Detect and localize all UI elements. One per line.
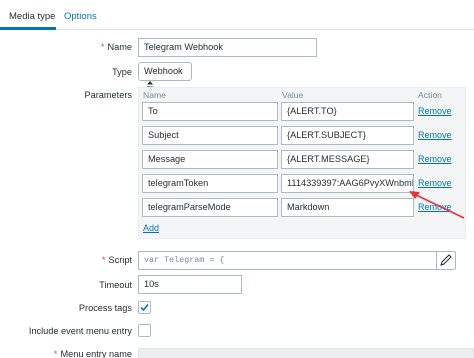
timeout-label: Timeout [99,280,132,290]
tab-bar: Media type Options [0,0,474,30]
menu-entry-name-input [138,348,474,358]
name-input[interactable]: Telegram Webhook [138,38,317,57]
parameter-name-input[interactable]: Subject [142,126,278,145]
parameter-value-input[interactable]: {ALERT.TO} [281,102,414,121]
parameter-name-input[interactable]: Message [142,150,278,169]
parameters-label: Parameters [84,90,133,100]
required-marker: * [101,255,106,265]
script-edit-button[interactable] [436,251,456,270]
include-event-menu-label: Include event menu entry [28,326,132,336]
required-marker: * [53,349,58,358]
parameter-name-input[interactable]: To [142,102,278,121]
parameter-value-input[interactable]: 1114339397:AAG6PvyXWnbmMJ [281,174,414,193]
parameter-name-input[interactable]: telegramToken [142,174,278,193]
script-input[interactable]: var Telegram = { [138,251,454,270]
check-icon [140,303,149,312]
tab-options[interactable]: Options [64,11,97,22]
include-event-menu-checkbox[interactable] [138,324,151,337]
type-select[interactable]: Webhook [138,62,192,91]
parameter-remove-link[interactable]: Remove [418,130,452,140]
parameters-col-action: Action [418,90,442,100]
name-label: * Name [100,42,132,52]
type-select-value: Webhook [144,66,183,76]
process-tags-checkbox[interactable] [138,301,151,314]
add-parameter-link[interactable]: Add [143,223,159,233]
menu-entry-name-label: * Menu entry name [53,349,132,358]
pencil-icon [440,254,452,266]
script-label: * Script [101,255,132,265]
parameter-value-input[interactable]: Markdown [281,198,414,217]
required-marker: * [100,42,105,52]
parameter-name-input[interactable]: telegramParseMode [142,198,278,217]
type-label: Type [112,67,132,77]
parameter-remove-link[interactable]: Remove [418,106,452,116]
parameters-col-value: Value [282,90,304,100]
tab-media-type[interactable]: Media type [9,11,55,22]
process-tags-label: Process tags [78,303,132,313]
annotation-arrow-icon [409,191,465,219]
parameter-value-input[interactable]: {ALERT.SUBJECT} [281,126,414,145]
parameter-remove-link[interactable]: Remove [418,154,452,164]
parameters-col-name: Name [143,90,166,100]
timeout-input[interactable]: 10s [138,275,242,294]
parameter-value-input[interactable]: {ALERT.MESSAGE} [281,150,414,169]
